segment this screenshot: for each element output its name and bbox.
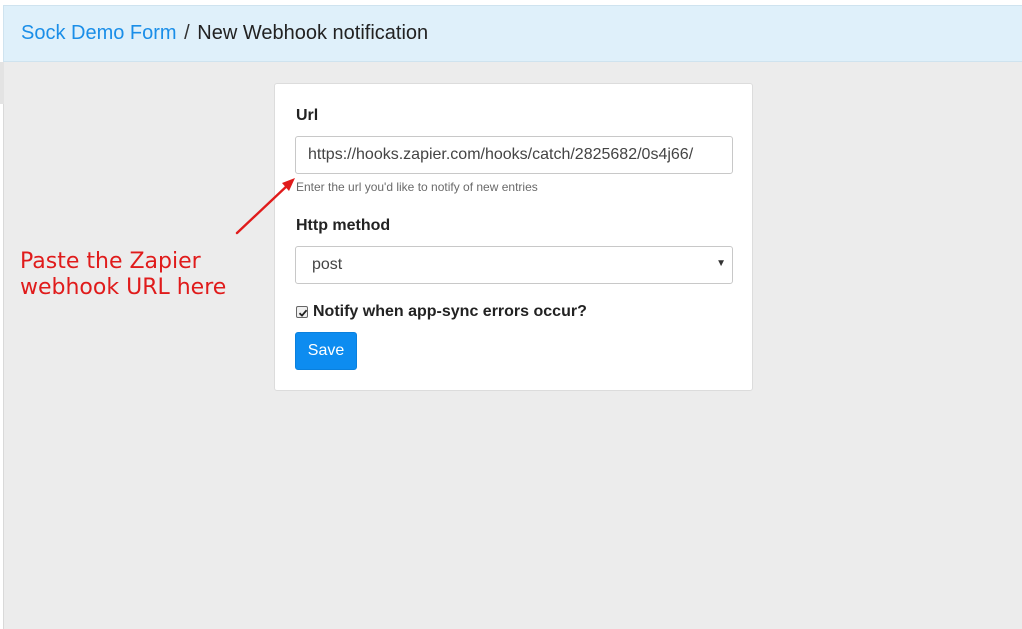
- notify-errors-label: Notify when app-sync errors occur?: [313, 303, 587, 320]
- page: Sock Demo Form / New Webhook notificatio…: [0, 0, 1022, 629]
- url-label: Url: [296, 107, 319, 124]
- page-header: Sock Demo Form / New Webhook notificatio…: [3, 5, 1022, 62]
- caret-down-icon: ▼: [716, 258, 726, 269]
- left-edge-strip: [0, 62, 4, 104]
- annotation-callout: Paste the Zapier webhook URL here: [20, 249, 226, 301]
- checkmark-icon: [298, 309, 308, 317]
- save-button[interactable]: Save: [295, 332, 357, 370]
- breadcrumb-separator: /: [184, 22, 190, 44]
- url-input[interactable]: [295, 136, 733, 174]
- annotation-line-1: Paste the Zapier: [20, 249, 201, 274]
- annotation-line-2: webhook URL here: [20, 275, 227, 300]
- http-method-select[interactable]: post ▼: [295, 246, 733, 284]
- page-title: New Webhook notification: [197, 22, 429, 44]
- notify-errors-checkbox[interactable]: [296, 306, 308, 318]
- http-method-label: Http method: [296, 217, 391, 234]
- url-help-text: Enter the url you'd like to notify of ne…: [296, 180, 538, 194]
- webhook-form-card: Url Enter the url you'd like to notify o…: [274, 83, 753, 391]
- breadcrumb: Sock Demo Form / New Webhook notificatio…: [21, 22, 428, 45]
- http-method-value: post: [312, 256, 343, 273]
- notify-errors-row[interactable]: Notify when app-sync errors occur?: [296, 303, 587, 321]
- breadcrumb-link-form[interactable]: Sock Demo Form: [21, 22, 177, 44]
